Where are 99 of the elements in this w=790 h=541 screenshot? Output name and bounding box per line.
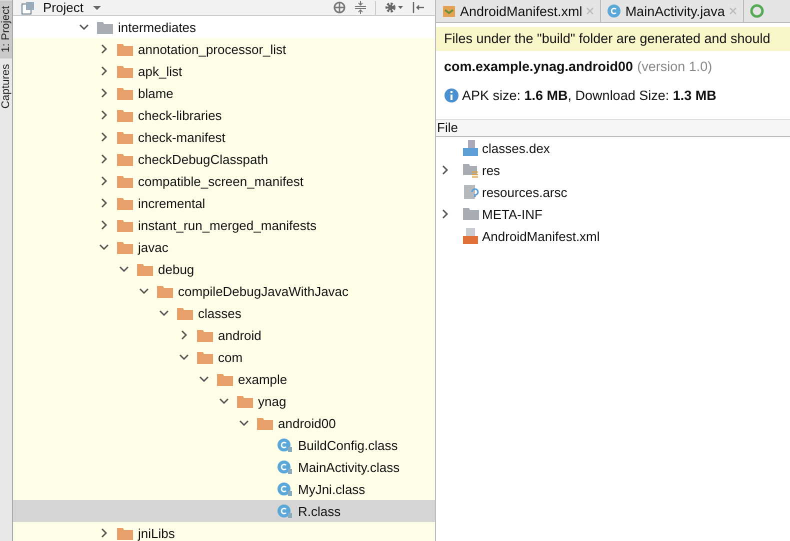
chevron-down-icon[interactable] [99,242,109,252]
folder-icon [117,240,133,254]
folder-icon [117,526,133,540]
project-icon [21,0,35,14]
tree-item[interactable]: android [13,324,435,346]
dropdown-caret-icon[interactable] [93,4,102,10]
folder-icon [117,218,133,232]
chevron-down-icon[interactable] [159,308,169,318]
tree-item[interactable]: instant_run_merged_manifests [13,214,435,236]
tree-item[interactable]: check-manifest [13,126,435,148]
folder-icon [117,152,133,166]
tree-item[interactable]: ynag [13,390,435,412]
file-row[interactable]: resources.arsc [436,181,790,203]
folder-icon [117,42,133,56]
class-file-icon [277,459,293,475]
settings-icon[interactable] [384,1,404,14]
tool-window-tab[interactable]: 1: Project [0,0,12,58]
file-row[interactable]: AndroidManifest.xml [436,225,790,247]
chevron-right-icon[interactable] [99,66,109,76]
folder-icon [117,64,133,78]
chevron-right-icon[interactable] [99,44,109,54]
chevron-right-icon[interactable] [99,132,109,142]
folder-icon [177,306,193,320]
tree-item[interactable]: debug [13,258,435,280]
chevron-right-icon[interactable] [99,528,109,538]
collapse-all-icon[interactable] [354,1,367,14]
folder-icon [157,284,173,298]
class-file-icon [277,481,293,497]
package-name: com.example.ynag.android00 [444,59,634,74]
tree-item[interactable]: classes [13,302,435,324]
column-header[interactable]: File [436,119,790,137]
manifest-file-icon [463,228,479,244]
chevron-down-icon[interactable] [199,374,209,384]
folder-icon [117,174,133,188]
tree-item[interactable]: incremental [13,192,435,214]
chevron-right-icon[interactable] [99,110,109,120]
folder-icon [137,262,153,276]
chevron-down-icon[interactable] [219,396,229,406]
tree-item[interactable]: example [13,368,435,390]
chevron-right-icon[interactable] [440,209,450,219]
chevron-right-icon[interactable] [179,330,189,340]
tree-item[interactable]: checkDebugClasspath [13,148,435,170]
file-icon [463,184,479,200]
class-file-icon [277,503,293,519]
file-row[interactable]: res [436,159,790,181]
file-row[interactable]: classes.dex [436,137,790,159]
folder-icon [117,130,133,144]
class-file-icon [607,4,622,18]
file-row[interactable]: META-INF [436,203,790,225]
folder-icon [463,206,479,222]
editor-tab[interactable]: MainActivity.java [601,0,744,22]
folder-icon [463,162,479,178]
folder-icon [197,328,213,342]
tree-item[interactable]: MyJni.class [13,478,435,500]
folder-icon [237,394,253,408]
tree-item[interactable]: compatible_screen_manifest [13,170,435,192]
version-text: (version 1.0) [637,59,712,74]
folder-icon [117,196,133,210]
class-file-icon [277,437,293,453]
tree-item[interactable]: R.class [13,500,435,522]
dex-file-icon [463,140,479,156]
editor-tab[interactable]: AndroidManifest.xml [436,0,602,22]
tree-item[interactable]: jniLibs [13,522,435,541]
tree-item[interactable]: compileDebugJavaWithJavac [13,280,435,302]
crosshair-icon[interactable] [333,1,346,14]
tree-item[interactable]: check-libraries [13,104,435,126]
chevron-right-icon[interactable] [99,198,109,208]
chevron-down-icon[interactable] [79,22,89,32]
tree-item[interactable]: apk_list [13,60,435,82]
folder-icon [257,416,273,430]
chevron-right-icon[interactable] [440,165,450,175]
chevron-right-icon[interactable] [99,176,109,186]
tree-item[interactable]: android00 [13,412,435,434]
tool-window-tab[interactable]: Captures [0,58,12,116]
tree-item[interactable]: annotation_processor_list [13,38,435,60]
manifest-file-icon [442,4,456,18]
tree-item[interactable]: BuildConfig.class [13,434,435,456]
hide-panel-icon[interactable] [412,1,425,14]
folder-icon [117,86,133,100]
tree-item[interactable]: com [13,346,435,368]
tree-item[interactable]: javac [13,236,435,258]
chevron-right-icon[interactable] [99,220,109,230]
tree-item[interactable]: blame [13,82,435,104]
apk-size-text: APK size: 1.6 MB, Download Size: 1.3 MB [462,88,716,102]
chevron-right-icon[interactable] [99,154,109,164]
chevron-down-icon[interactable] [139,286,149,296]
chevron-down-icon[interactable] [239,418,249,428]
folder-icon [117,108,133,122]
folder-icon [217,372,233,386]
notice-banner: Files under the "build" folder are generated and should [436,27,790,51]
chevron-down-icon[interactable] [179,352,189,362]
tree-item[interactable]: intermediates [13,16,435,38]
folder-icon [197,350,213,364]
panel-title: Project [43,0,84,15]
folder-icon [97,20,113,34]
chevron-down-icon[interactable] [119,264,129,274]
chevron-right-icon[interactable] [99,88,109,98]
tree-item[interactable]: MainActivity.class [13,456,435,478]
info-icon [444,88,459,102]
